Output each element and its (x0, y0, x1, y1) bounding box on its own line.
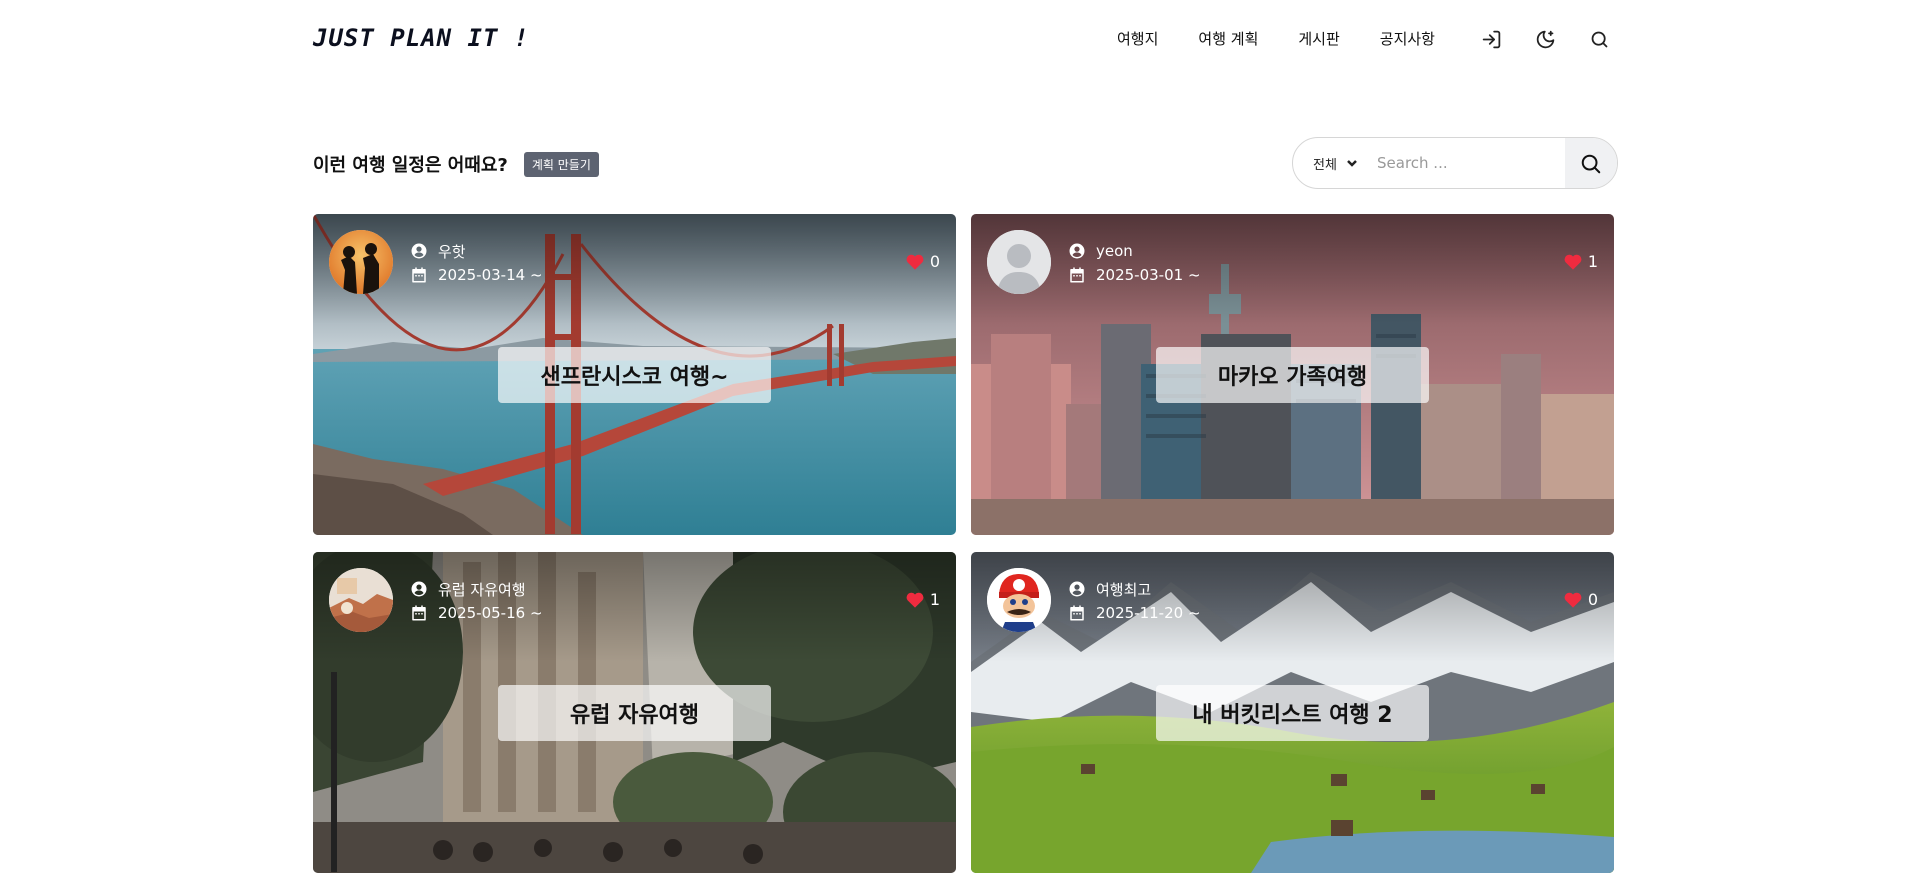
header-actions (1479, 27, 1611, 51)
search-submit-button[interactable] (1565, 138, 1617, 188)
user-circle-icon (411, 581, 427, 597)
card-date: 2025-11-20 ~ (1096, 604, 1201, 622)
card-meta: 여행최고 2025-11-20 ~ (1068, 577, 1201, 625)
card-meta: yeon 2025-03-01 ~ (1068, 239, 1201, 287)
user-circle-icon (1069, 243, 1085, 259)
heart-icon (1564, 592, 1582, 608)
plan-card[interactable]: 우핫 2025-03-14 ~ 0 샌프란시스코 여행~ (313, 214, 956, 535)
search-filter-value: 전체 (1313, 157, 1337, 173)
user-circle-icon (1069, 581, 1085, 597)
heart-icon (1564, 254, 1582, 270)
nav-destinations[interactable]: 여행지 (1117, 28, 1158, 49)
calendar-icon (1070, 605, 1084, 621)
like-count[interactable]: 1 (906, 590, 940, 609)
plan-card[interactable]: yeon 2025-03-01 ~ 1 마카오 가족여행 (971, 214, 1614, 535)
nav-notices[interactable]: 공지사항 (1380, 28, 1435, 49)
like-count-value: 0 (929, 252, 940, 271)
search-bar: 전체 (1292, 137, 1618, 189)
heart-icon (906, 592, 924, 608)
card-meta: 유럽 자유여행 2025-05-16 ~ (410, 577, 543, 625)
like-count-value: 1 (929, 590, 940, 609)
heart-icon (906, 254, 924, 270)
main-nav: 여행지 여행 계획 게시판 공지사항 (1117, 28, 1435, 49)
like-count-value: 0 (1587, 590, 1598, 609)
like-count[interactable]: 1 (1564, 252, 1598, 271)
avatar (329, 230, 393, 294)
section-title: 이런 여행 일정은 어때요? (313, 155, 508, 176)
avatar (987, 568, 1051, 632)
like-count[interactable]: 0 (1564, 590, 1598, 609)
nav-board[interactable]: 게시판 (1298, 28, 1339, 49)
plan-card[interactable]: 유럽 자유여행 2025-05-16 ~ 1 유럽 자유여행 (313, 552, 956, 873)
calendar-icon (412, 267, 426, 283)
avatar (329, 568, 393, 632)
dark-mode-icon[interactable] (1533, 27, 1557, 51)
search-input[interactable] (1373, 138, 1563, 188)
card-date: 2025-03-14 ~ (438, 266, 543, 284)
card-author: 우핫 (438, 242, 466, 261)
card-title: 유럽 자유여행 (498, 685, 771, 741)
site-header: JUST PLAN IT ! 여행지 여행 계획 게시판 공지사항 (0, 0, 1920, 80)
calendar-icon (412, 605, 426, 621)
nav-travel-plans[interactable]: 여행 계획 (1198, 28, 1258, 49)
card-date: 2025-03-01 ~ (1096, 266, 1201, 284)
section-heading: 이런 여행 일정은 어때요? 계획 만들기 (313, 151, 599, 177)
login-icon[interactable] (1479, 27, 1503, 51)
card-title: 내 버킷리스트 여행 2 (1156, 685, 1429, 741)
plan-card[interactable]: 여행최고 2025-11-20 ~ 0 내 버킷리스트 여행 2 (971, 552, 1614, 873)
search-filter-select[interactable]: 전체 (1293, 154, 1373, 173)
like-count-value: 1 (1587, 252, 1598, 271)
site-logo[interactable]: JUST PLAN IT ! (313, 24, 529, 52)
card-title: 샌프란시스코 여행~ (498, 347, 771, 403)
avatar (987, 230, 1051, 294)
card-author: 여행최고 (1096, 580, 1152, 599)
search-icon[interactable] (1587, 27, 1611, 51)
create-plan-button[interactable]: 계획 만들기 (523, 151, 599, 177)
card-date: 2025-05-16 ~ (438, 604, 543, 622)
search-icon (1581, 154, 1601, 174)
user-circle-icon (411, 243, 427, 259)
card-title: 마카오 가족여행 (1156, 347, 1429, 403)
chevron-down-icon (1347, 160, 1357, 167)
like-count[interactable]: 0 (906, 252, 940, 271)
card-author: yeon (1096, 242, 1133, 260)
card-author: 유럽 자유여행 (438, 580, 526, 599)
calendar-icon (1070, 267, 1084, 283)
card-meta: 우핫 2025-03-14 ~ (410, 239, 543, 287)
